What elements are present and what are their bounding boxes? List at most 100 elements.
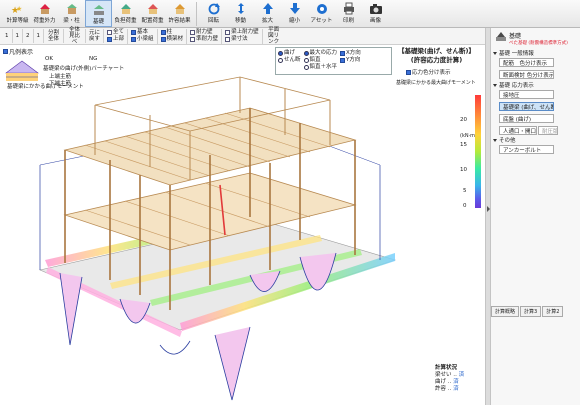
radio-vertical[interactable] bbox=[303, 58, 309, 63]
tab-calc-2[interactable]: 計算2 bbox=[542, 306, 564, 317]
check-label: 基本 bbox=[137, 29, 149, 35]
toolbar-button-print[interactable]: 印刷 bbox=[335, 0, 362, 27]
toolbar-button-label: 基礎 bbox=[92, 19, 104, 25]
calc-status: 計算状況 梁せい ‥ 済 曲げ ‥ 済 許容 ‥ 済 bbox=[435, 365, 464, 393]
check-x-direction[interactable] bbox=[340, 51, 346, 56]
toolbar-button-move[interactable]: 移動 bbox=[227, 0, 254, 27]
section-other[interactable]: その他 bbox=[493, 136, 516, 144]
toolbar-button-house-load[interactable]: 荷重外力 bbox=[31, 0, 58, 27]
legend-toggle[interactable]: 凡例表示 bbox=[3, 47, 33, 56]
foundation-beam-button[interactable]: 基礎梁 (曲げ、せん断) bbox=[499, 102, 554, 111]
status-label: 梁せい bbox=[435, 372, 452, 378]
toolbar-button-label: 縮小 bbox=[288, 18, 300, 24]
toolbar-button-label: 画像 bbox=[369, 18, 381, 24]
check-semi-wall[interactable] bbox=[190, 37, 196, 42]
pressure-plate-button[interactable]: 耐圧版 bbox=[538, 126, 558, 135]
option-label: せん断 bbox=[284, 57, 301, 63]
color-scale-bar bbox=[475, 95, 481, 208]
status-value: 済 bbox=[458, 372, 465, 378]
check-beam-dim[interactable] bbox=[225, 37, 231, 42]
compare-button[interactable]: 全体見比べ bbox=[64, 27, 86, 45]
section-general[interactable]: 基礎 一般情報 bbox=[493, 49, 534, 57]
move-icon bbox=[234, 2, 248, 15]
stars-icon: ★ ★ bbox=[11, 2, 25, 15]
legend-checkbox[interactable] bbox=[3, 49, 8, 54]
tab-calc-summary[interactable]: 計算概略 bbox=[491, 306, 520, 317]
stress-color-toggle[interactable]: 応力色分け表示 bbox=[406, 68, 451, 76]
legend-swatch-icon bbox=[5, 60, 39, 81]
toolbar-button-zoom-out[interactable]: 縮小 bbox=[281, 0, 308, 27]
check-column[interactable] bbox=[160, 30, 166, 35]
option-label: X方向 bbox=[346, 50, 361, 56]
beam-column-icon bbox=[65, 2, 79, 15]
toolbar-button-foundation[interactable]: 基礎 bbox=[85, 0, 112, 27]
check-label: 柱 bbox=[166, 29, 173, 35]
colorbar-tick: 0 bbox=[463, 203, 467, 209]
check-y-direction[interactable] bbox=[340, 58, 346, 63]
check-label: 上部 bbox=[113, 36, 125, 42]
undo-button[interactable]: 元に戻す bbox=[86, 29, 104, 43]
collapse-arrow-icon[interactable] bbox=[487, 206, 490, 212]
legend-ok: OK bbox=[45, 56, 53, 62]
main-toolbar: ★ ★ 計算等級 荷重外力 梁・柱 基礎 負担荷重 配置荷重 許容結果 回転 移動 拡大 縮小 アセット 印… bbox=[0, 0, 580, 28]
legend-ng: NG bbox=[89, 56, 98, 62]
status-value: 済 bbox=[453, 379, 459, 385]
toolbar-button-beam-column[interactable]: 梁・柱 bbox=[58, 0, 85, 27]
3d-viewport[interactable]: (kN·m) bbox=[0, 45, 485, 405]
radio-bending[interactable] bbox=[278, 51, 283, 56]
radio-vertical-horizontal[interactable] bbox=[303, 65, 309, 70]
section-stress[interactable]: 基礎 応力表示 bbox=[493, 81, 534, 89]
check-beam-wall[interactable] bbox=[225, 30, 231, 35]
check-bearing-wall[interactable] bbox=[190, 30, 196, 35]
split-all-button[interactable]: 分割全体 bbox=[44, 29, 64, 43]
floor-2-button[interactable]: 2 bbox=[23, 29, 34, 43]
toolbar-button-load-share[interactable]: 負担荷重 bbox=[112, 0, 139, 27]
stress-color-checkbox[interactable] bbox=[406, 69, 411, 75]
floor-1b-button[interactable]: 1 bbox=[13, 29, 23, 43]
toolbar-button-rotate[interactable]: 回転 bbox=[200, 0, 227, 27]
section-label: 基礎 応力表示 bbox=[499, 83, 534, 89]
toolbar-button-placement-load[interactable]: 配置荷重 bbox=[139, 0, 166, 27]
toolbar-button-stars[interactable]: ★ ★ 計算等級 bbox=[4, 0, 31, 27]
legend-box: OK NG 基礎梁の曲げ(外側)バーチャート 上端主筋 下端主筋 bbox=[3, 56, 124, 98]
anchor-bolt-button[interactable]: アンカーボルト bbox=[499, 145, 554, 154]
app-window: ★ ★ 計算等級 荷重外力 梁・柱 基礎 負担荷重 配置荷重 許容結果 回転 移動 拡大縮小 アセット印… bbox=[0, 0, 580, 405]
option-label: 曲げ bbox=[284, 50, 296, 56]
panel-bottom-tabs: 計算概略 計算3 計算2 bbox=[491, 306, 564, 317]
stress-subtitle: 基礎梁にかかる最大曲げモーメント bbox=[396, 80, 476, 86]
status-title: 計算状況 bbox=[435, 365, 458, 371]
result-title: 【基礎梁(曲げ、せん断)】 (許容応力度計算) bbox=[388, 47, 485, 65]
toolbar-button-allowable-result[interactable]: 許容結果 bbox=[166, 0, 193, 27]
opening-button[interactable]: 人通口・開口部 bbox=[499, 126, 537, 135]
house-load-icon bbox=[38, 2, 52, 15]
expand-triangle-icon bbox=[493, 138, 497, 142]
check-label: 準耐力壁 bbox=[196, 36, 219, 42]
toolbar-button-label: 梁・柱 bbox=[63, 18, 80, 24]
floor-1-button[interactable]: 1 bbox=[2, 29, 13, 43]
check-all[interactable] bbox=[107, 30, 112, 35]
slab-button[interactable]: 底盤 (曲げ) bbox=[499, 114, 554, 123]
tab-calc-3[interactable]: 計算3 bbox=[520, 306, 542, 317]
status-label: 曲げ bbox=[435, 379, 447, 385]
layout-color-button[interactable]: 配筋 色分け表示 bbox=[499, 58, 554, 67]
plan-link-button[interactable]: 平面図リンク bbox=[263, 27, 285, 45]
moment-curve bbox=[159, 340, 191, 355]
check-group-3: 柱 横架材 bbox=[158, 28, 188, 44]
floor-21-button[interactable]: 1 bbox=[34, 29, 44, 43]
placement-load-icon bbox=[146, 2, 160, 15]
check-joist[interactable] bbox=[131, 37, 137, 42]
radio-shear[interactable] bbox=[278, 58, 283, 63]
check-upper[interactable] bbox=[107, 37, 112, 42]
toolbar-button-asset[interactable]: アセット bbox=[308, 0, 335, 27]
radio-max-stress[interactable] bbox=[303, 51, 309, 56]
toolbar-button-zoom-in[interactable]: 拡大 bbox=[254, 0, 281, 27]
section-label: その他 bbox=[499, 138, 516, 144]
ground-pressure-button[interactable]: 接地圧 bbox=[499, 90, 554, 99]
section-color-button[interactable]: 断面検討 色分け表示 bbox=[499, 70, 554, 79]
check-beam[interactable] bbox=[160, 37, 166, 42]
status-value: 済 bbox=[453, 386, 459, 392]
status-row: 梁せい ‥ 済 bbox=[435, 372, 465, 378]
check-basic[interactable] bbox=[131, 30, 137, 35]
toolbar-button-camera[interactable]: 画像 bbox=[362, 0, 389, 27]
structure-3d-render bbox=[39, 76, 397, 401]
